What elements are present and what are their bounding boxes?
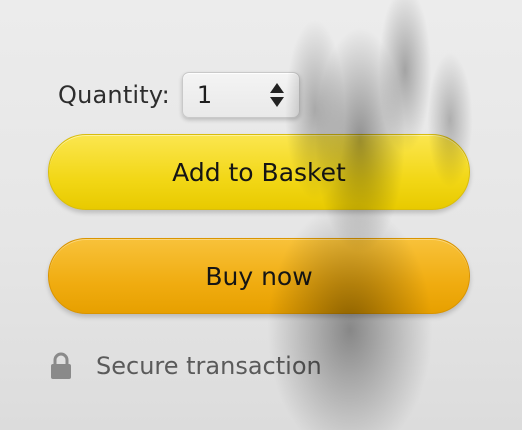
lock-icon [51, 352, 71, 379]
stepper-updown-icon [269, 83, 284, 107]
quantity-selector[interactable]: 1 [181, 72, 300, 118]
quantity-label: Quantity: [58, 81, 170, 109]
add-to-basket-button[interactable]: Add to Basket [48, 134, 470, 210]
secure-transaction: Secure transaction [50, 352, 322, 380]
quantity-value: 1 [196, 81, 213, 109]
product-purchase-panel: Quantity: 1 Add to Basket Buy now Secure… [0, 0, 522, 430]
quantity-row: Quantity: 1 [58, 70, 300, 120]
secure-transaction-label: Secure transaction [96, 352, 322, 380]
buy-now-button[interactable]: Buy now [48, 238, 470, 314]
